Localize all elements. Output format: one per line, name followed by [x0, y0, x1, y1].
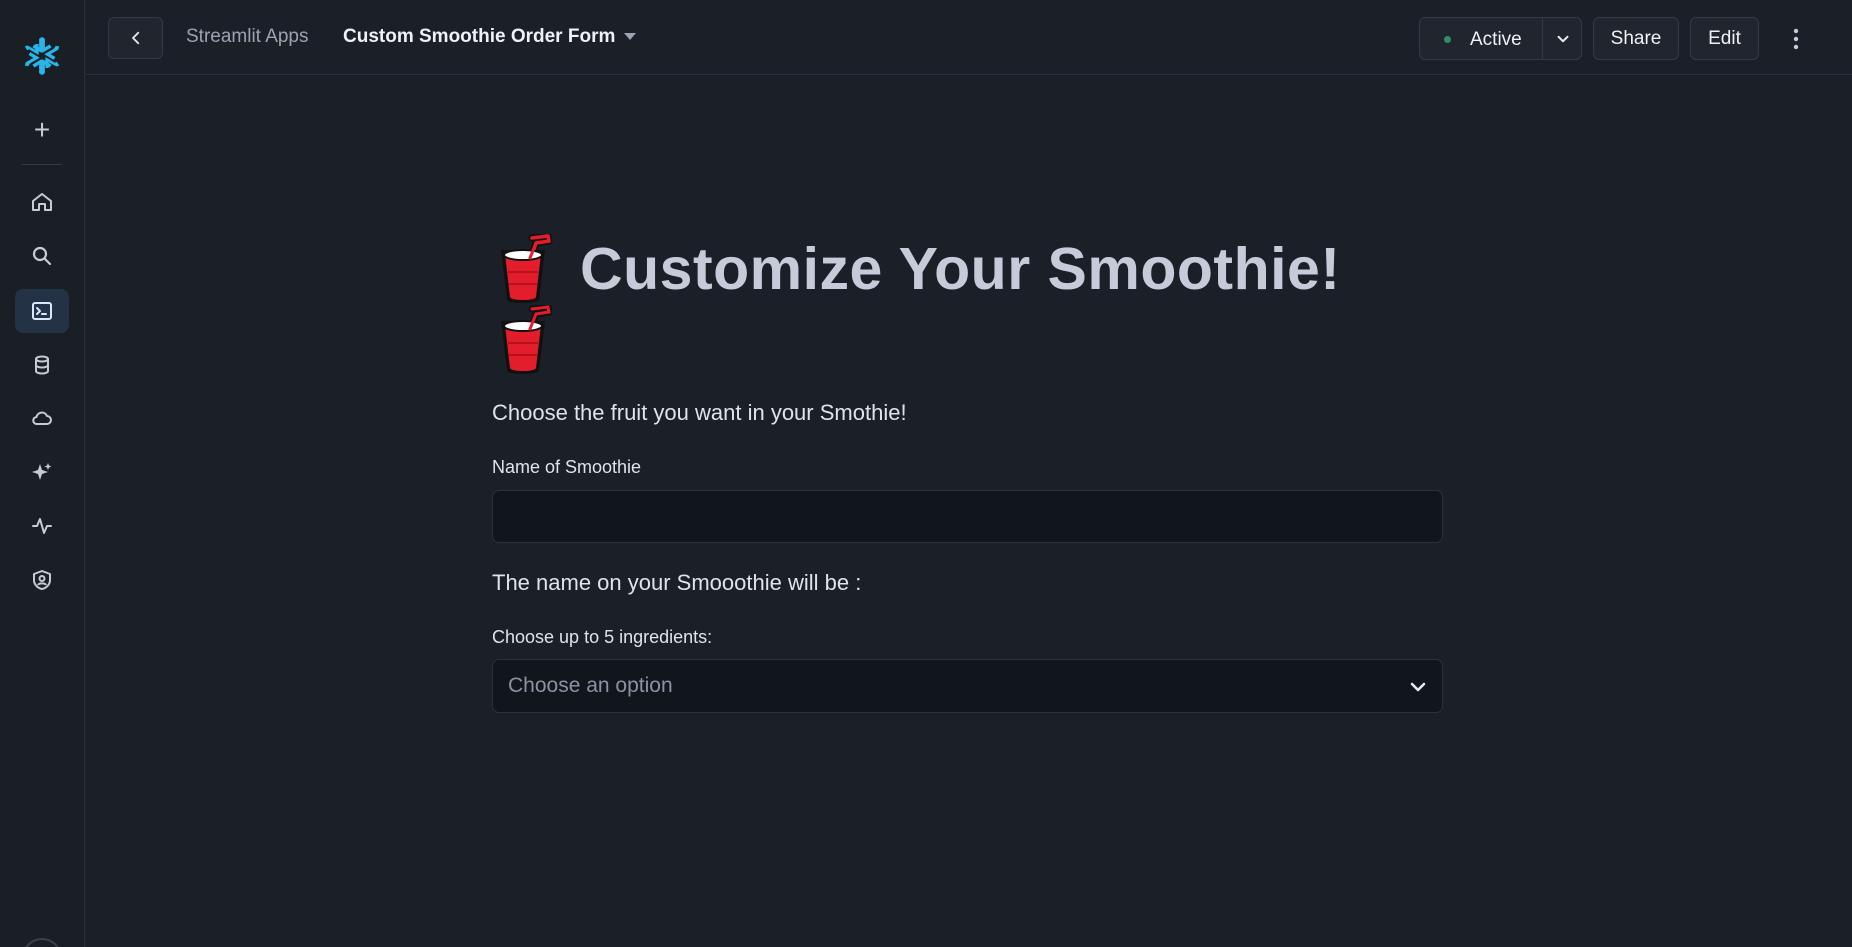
chevron-down-icon: [1557, 35, 1568, 42]
terminal-icon[interactable]: [15, 289, 69, 333]
status-label[interactable]: Active: [1470, 29, 1522, 51]
breadcrumb-parent[interactable]: Streamlit Apps: [186, 26, 309, 48]
sparkle-icon[interactable]: [15, 450, 69, 494]
name-preview-text: The name on your Smooothie will be :: [492, 570, 862, 595]
page-title: Customize Your Smoothie!: [580, 236, 1341, 302]
status-control: Active: [1419, 17, 1582, 60]
status-dot-icon: [1444, 36, 1451, 43]
name-field-label: Name of Smoothie: [492, 457, 642, 477]
rail-divider: [22, 164, 62, 165]
cloud-icon[interactable]: [15, 396, 69, 440]
caret-down-icon[interactable]: [624, 33, 636, 40]
chevron-down-icon: [1410, 682, 1426, 692]
more-options-button[interactable]: [1776, 17, 1816, 60]
plus-icon[interactable]: +: [28, 116, 56, 144]
database-icon[interactable]: [15, 343, 69, 387]
home-icon[interactable]: [15, 180, 69, 224]
back-button[interactable]: [108, 17, 163, 59]
share-button[interactable]: Share: [1593, 17, 1679, 60]
top-bar: Streamlit Apps Custom Smoothie Order For…: [86, 0, 1852, 75]
status-dropdown-button[interactable]: [1543, 18, 1582, 59]
avatar[interactable]: [22, 938, 62, 947]
chevron-left-icon: [131, 31, 139, 45]
ingredients-placeholder: Choose an option: [508, 674, 673, 697]
snowflake-logo-icon[interactable]: [19, 33, 65, 79]
edit-button[interactable]: Edit: [1690, 17, 1759, 60]
smoothie-name-input[interactable]: [492, 490, 1443, 543]
activity-icon[interactable]: [15, 504, 69, 548]
search-icon[interactable]: [15, 234, 69, 278]
page-subtitle: Choose the fruit you want in your Smothi…: [492, 400, 907, 425]
left-nav-rail: +: [0, 0, 85, 947]
app-title[interactable]: Custom Smoothie Order Form: [343, 26, 615, 48]
cup-with-straw-icon: [501, 234, 553, 303]
ingredients-label: Choose up to 5 ingredients:: [492, 627, 713, 647]
cup-with-straw-icon: [501, 305, 553, 374]
more-vertical-icon: [1793, 28, 1799, 49]
ingredients-multiselect[interactable]: Choose an option: [492, 659, 1443, 713]
shield-user-icon[interactable]: [15, 558, 69, 602]
